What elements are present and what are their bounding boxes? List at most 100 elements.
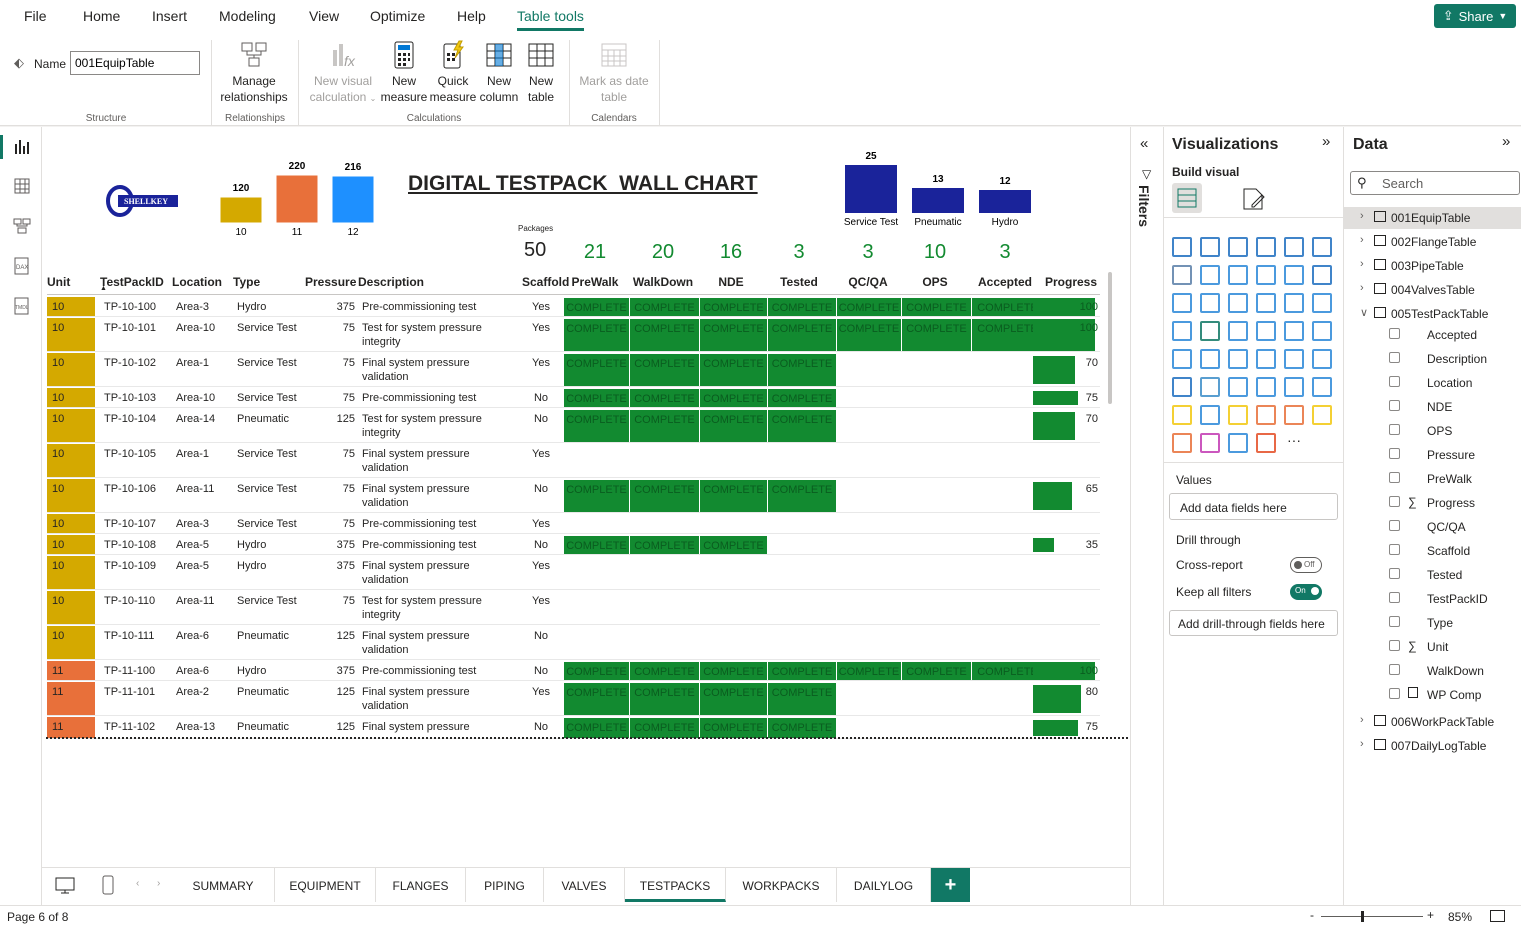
field-accepted[interactable]: Accepted bbox=[1344, 325, 1521, 345]
menu-view[interactable]: View bbox=[309, 8, 339, 24]
report-view-icon[interactable] bbox=[13, 138, 31, 156]
unit-bar[interactable] bbox=[275, 174, 319, 224]
menu-table-tools[interactable]: Table tools bbox=[517, 8, 584, 31]
tab-valves[interactable]: VALVES bbox=[544, 868, 625, 902]
mobile-layout-icon[interactable] bbox=[100, 874, 116, 896]
table-row[interactable]: 10 TP-10-104 Area-14 Pneumatic 125 Test for s… bbox=[47, 409, 1100, 443]
field-progress[interactable]: ∑ Progress bbox=[1344, 493, 1521, 513]
field-checkbox[interactable] bbox=[1389, 448, 1400, 459]
values-well[interactable]: Add data fields here bbox=[1169, 493, 1338, 520]
tab-piping[interactable]: PIPING bbox=[466, 868, 544, 902]
field-checkbox[interactable] bbox=[1389, 376, 1400, 387]
visual-type-icon[interactable] bbox=[1172, 293, 1192, 313]
visual-type-icon[interactable] bbox=[1284, 293, 1304, 313]
field-checkbox[interactable] bbox=[1389, 568, 1400, 579]
visual-type-icon[interactable] bbox=[1284, 237, 1304, 257]
data-table-005testpacktable[interactable]: ∨ 005TestPackTable bbox=[1344, 303, 1521, 325]
field-checkbox[interactable] bbox=[1389, 496, 1400, 507]
tab-testpacks[interactable]: TESTPACKS bbox=[625, 868, 726, 902]
menu-home[interactable]: Home bbox=[83, 8, 120, 24]
visual-type-icon[interactable] bbox=[1200, 405, 1220, 425]
field-tested[interactable]: Tested bbox=[1344, 565, 1521, 585]
visual-type-icon[interactable] bbox=[1256, 237, 1276, 257]
table-row[interactable]: 10 TP-10-102 Area-1 Service Test 75 Final sys… bbox=[47, 353, 1100, 387]
table-row[interactable]: 11 TP-11-100 Area-6 Hydro 375 Pre-commissioni… bbox=[47, 661, 1100, 681]
build-visual-icon[interactable] bbox=[1172, 183, 1202, 213]
visual-type-icon[interactable] bbox=[1256, 405, 1276, 425]
filters-pane[interactable]: « ▽ Filters bbox=[1130, 127, 1163, 905]
field-unit[interactable]: ∑ Unit bbox=[1344, 637, 1521, 657]
unit-bar[interactable] bbox=[219, 196, 263, 224]
header-pressure[interactable]: Pressure bbox=[305, 275, 356, 289]
visual-type-icon[interactable] bbox=[1200, 349, 1220, 369]
table-row[interactable]: 10 TP-10-107 Area-3 Service Test 75 Pre-commi… bbox=[47, 514, 1100, 534]
table-row[interactable]: 10 TP-10-108 Area-5 Hydro 375 Pre-commissioni… bbox=[47, 535, 1100, 555]
chevron-right-icon[interactable]: › bbox=[1360, 234, 1364, 246]
field-testpackid[interactable]: TestPackID bbox=[1344, 589, 1521, 609]
zoom-out-button[interactable]: - bbox=[1310, 908, 1314, 922]
header-qcqa[interactable]: QC/QA bbox=[835, 275, 901, 289]
table-row[interactable]: 10 TP-10-109 Area-5 Hydro 375 Final system pr… bbox=[47, 556, 1100, 590]
quick-measure-button[interactable]: Quick measure bbox=[429, 40, 477, 105]
header-scaffold[interactable]: Scaffold bbox=[522, 275, 569, 289]
field-wpcomp[interactable]: WP Comp bbox=[1344, 685, 1521, 705]
collapse-right-icon[interactable]: » bbox=[1502, 133, 1510, 150]
chevron-right-icon[interactable]: › bbox=[1360, 282, 1364, 294]
visual-type-icon[interactable] bbox=[1312, 265, 1332, 285]
zoom-thumb[interactable] bbox=[1361, 911, 1364, 922]
type-bar[interactable] bbox=[845, 165, 897, 213]
field-description[interactable]: Description bbox=[1344, 349, 1521, 369]
field-checkbox[interactable] bbox=[1389, 328, 1400, 339]
visual-type-icon[interactable] bbox=[1284, 265, 1304, 285]
visual-type-icon[interactable] bbox=[1312, 377, 1332, 397]
header-location[interactable]: Location bbox=[172, 275, 222, 289]
visual-type-icon[interactable] bbox=[1200, 293, 1220, 313]
visual-type-icon[interactable] bbox=[1256, 321, 1276, 341]
keep-filters-toggle[interactable]: On bbox=[1290, 584, 1322, 600]
field-checkbox[interactable] bbox=[1389, 472, 1400, 483]
visual-type-icon[interactable] bbox=[1200, 265, 1220, 285]
desktop-layout-icon[interactable] bbox=[54, 874, 76, 896]
cross-report-toggle[interactable]: Off bbox=[1290, 557, 1322, 573]
visual-type-icon[interactable] bbox=[1172, 349, 1192, 369]
visual-type-icon[interactable] bbox=[1284, 405, 1304, 425]
chevron-down-icon[interactable]: ∨ bbox=[1360, 306, 1368, 319]
fit-to-page-icon[interactable] bbox=[1490, 910, 1505, 922]
data-table-001equiptable[interactable]: › 001EquipTable bbox=[1344, 207, 1521, 229]
visual-type-icon[interactable] bbox=[1200, 237, 1220, 257]
visual-type-icon[interactable] bbox=[1172, 405, 1192, 425]
visual-type-icon[interactable] bbox=[1228, 321, 1248, 341]
visual-type-icon[interactable] bbox=[1312, 405, 1332, 425]
tmdl-view-icon[interactable]: TMDL bbox=[13, 297, 31, 315]
visual-type-icon[interactable] bbox=[1284, 377, 1304, 397]
data-search-box[interactable]: ⚲ Search bbox=[1350, 171, 1520, 195]
table-row[interactable]: 10 TP-10-111 Area-6 Pneumatic 125 Final syste… bbox=[47, 626, 1100, 660]
menu-help[interactable]: Help bbox=[457, 8, 486, 24]
chevron-right-icon[interactable]: › bbox=[1360, 738, 1364, 750]
visual-type-icon[interactable] bbox=[1172, 265, 1192, 285]
visual-type-icon[interactable] bbox=[1312, 349, 1332, 369]
type-bar-chart[interactable]: 25 Service Test 13 Pneumatic 12 Hydro bbox=[837, 145, 1047, 231]
visual-type-icon[interactable] bbox=[1256, 265, 1276, 285]
menu-file[interactable]: File bbox=[24, 8, 47, 24]
visual-type-icon[interactable] bbox=[1228, 265, 1248, 285]
field-walkdown[interactable]: WalkDown bbox=[1344, 661, 1521, 681]
unit-bar-chart[interactable]: 120 10 220 11 216 12 bbox=[212, 155, 382, 241]
data-table-004valvestable[interactable]: › 004ValvesTable bbox=[1344, 279, 1521, 301]
table-row[interactable]: 10 TP-10-101 Area-10 Service Test 75 Test for… bbox=[47, 318, 1100, 352]
visual-type-icon[interactable] bbox=[1172, 237, 1192, 257]
visual-type-icon[interactable] bbox=[1200, 377, 1220, 397]
collapse-right-icon[interactable]: » bbox=[1322, 133, 1330, 150]
chevron-right-icon[interactable]: › bbox=[1360, 258, 1364, 270]
field-checkbox[interactable] bbox=[1389, 352, 1400, 363]
visual-type-icon[interactable] bbox=[1284, 349, 1304, 369]
drill-through-well[interactable]: Add drill-through fields here bbox=[1169, 610, 1338, 636]
visual-type-icon[interactable] bbox=[1256, 433, 1276, 453]
tab-dailylog[interactable]: DAILYLOG bbox=[837, 868, 931, 902]
zoom-slider[interactable] bbox=[1321, 911, 1423, 922]
field-prewalk[interactable]: PreWalk bbox=[1344, 469, 1521, 489]
model-view-icon[interactable] bbox=[13, 217, 31, 235]
tab-summary[interactable]: SUMMARY bbox=[172, 868, 275, 902]
field-type[interactable]: Type bbox=[1344, 613, 1521, 633]
field-checkbox[interactable] bbox=[1389, 640, 1400, 651]
